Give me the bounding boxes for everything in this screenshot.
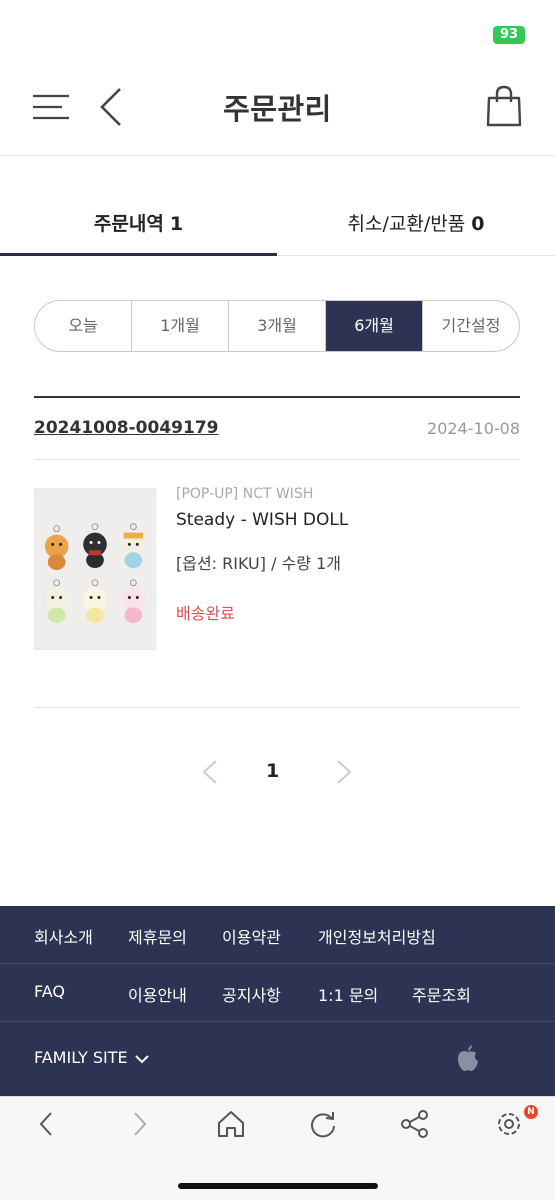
tab-cancel-exchange-return[interactable]: 취소/교환/반품 0 bbox=[277, 196, 555, 256]
tab-count: 1 bbox=[169, 213, 184, 235]
product-option: [옵션: RIKU] / 수량 1개 bbox=[176, 554, 341, 573]
product-thumbnail[interactable] bbox=[34, 488, 156, 650]
status-bar: 93 bbox=[0, 0, 555, 60]
battery-indicator: 93 bbox=[493, 26, 525, 44]
chevron-left-icon[interactable] bbox=[30, 1109, 64, 1139]
period-custom[interactable]: 기간설정 bbox=[423, 301, 519, 351]
period-filter: 오늘 1개월 3개월 6개월 기간설정 bbox=[34, 300, 520, 352]
period-6-months[interactable]: 6개월 bbox=[326, 301, 423, 351]
site-footer: 회사소개 제휴문의 이용약관 개인정보처리방침 FAQ 이용안내 공지사항 1:… bbox=[0, 906, 555, 1096]
home-indicator bbox=[178, 1183, 378, 1189]
family-site-label: FAMILY SITE bbox=[34, 1048, 128, 1067]
chevron-down-icon bbox=[134, 1054, 149, 1063]
footer-link-faq[interactable]: FAQ bbox=[34, 982, 65, 1001]
footer-link-guide[interactable]: 이용안내 bbox=[128, 982, 187, 1006]
page-number[interactable]: 1 bbox=[266, 760, 279, 782]
footer-link-notice[interactable]: 공지사항 bbox=[222, 982, 281, 1006]
footer-row: 회사소개 제휴문의 이용약관 개인정보처리방침 bbox=[0, 906, 555, 964]
doll-figure bbox=[44, 534, 69, 570]
order-date: 2024-10-08 bbox=[427, 419, 520, 438]
footer-link-order-lookup[interactable]: 주문조회 bbox=[412, 982, 471, 1006]
footer-link-terms[interactable]: 이용약관 bbox=[222, 924, 281, 948]
pagination: 1 bbox=[0, 752, 555, 792]
page-title: 주문관리 bbox=[223, 92, 332, 126]
chevron-left-icon[interactable] bbox=[198, 758, 224, 786]
product-name[interactable]: Steady - WISH DOLL bbox=[176, 510, 348, 530]
home-icon[interactable] bbox=[214, 1109, 248, 1139]
tab-label: 취소/교환/반품 bbox=[347, 213, 466, 235]
tab-count: 0 bbox=[471, 213, 485, 235]
footer-row: FAQ 이용안내 공지사항 1:1 문의 주문조회 bbox=[0, 964, 555, 1022]
apple-icon[interactable] bbox=[456, 1044, 480, 1072]
notification-badge: N bbox=[524, 1105, 538, 1119]
settings-icon[interactable] bbox=[492, 1109, 526, 1139]
chevron-right-icon[interactable] bbox=[330, 758, 356, 786]
footer-link-inquiry[interactable]: 1:1 문의 bbox=[318, 982, 378, 1006]
tab-order-history[interactable]: 주문내역 1 bbox=[0, 196, 277, 256]
order-item: [POP-UP] NCT WISH Steady - WISH DOLL [옵션… bbox=[34, 460, 520, 708]
product-brand: [POP-UP] NCT WISH bbox=[176, 486, 314, 502]
delivery-status: 배송완료 bbox=[176, 604, 235, 623]
period-1-month[interactable]: 1개월 bbox=[132, 301, 229, 351]
shopping-bag-icon[interactable] bbox=[484, 84, 524, 128]
tab-label: 주문내역 bbox=[93, 213, 164, 235]
footer-link-partnership[interactable]: 제휴문의 bbox=[128, 924, 187, 948]
refresh-icon[interactable] bbox=[306, 1109, 340, 1139]
order-header: 20241008-0049179 2024-10-08 bbox=[34, 396, 520, 460]
browser-toolbar: N bbox=[0, 1096, 555, 1200]
period-today[interactable]: 오늘 bbox=[35, 301, 132, 351]
family-site-dropdown[interactable]: FAMILY SITE bbox=[34, 1048, 149, 1067]
app-header: 주문관리 bbox=[0, 60, 555, 156]
chevron-right-icon[interactable] bbox=[122, 1109, 156, 1139]
order-tabs: 주문내역 1 취소/교환/반품 0 bbox=[0, 196, 555, 256]
share-icon[interactable] bbox=[398, 1109, 432, 1139]
footer-link-company[interactable]: 회사소개 bbox=[34, 924, 93, 948]
period-3-months[interactable]: 3개월 bbox=[229, 301, 326, 351]
footer-link-privacy[interactable]: 개인정보처리방침 bbox=[318, 924, 436, 948]
order-number-link[interactable]: 20241008-0049179 bbox=[34, 418, 219, 438]
footer-row: FAMILY SITE bbox=[0, 1022, 555, 1096]
